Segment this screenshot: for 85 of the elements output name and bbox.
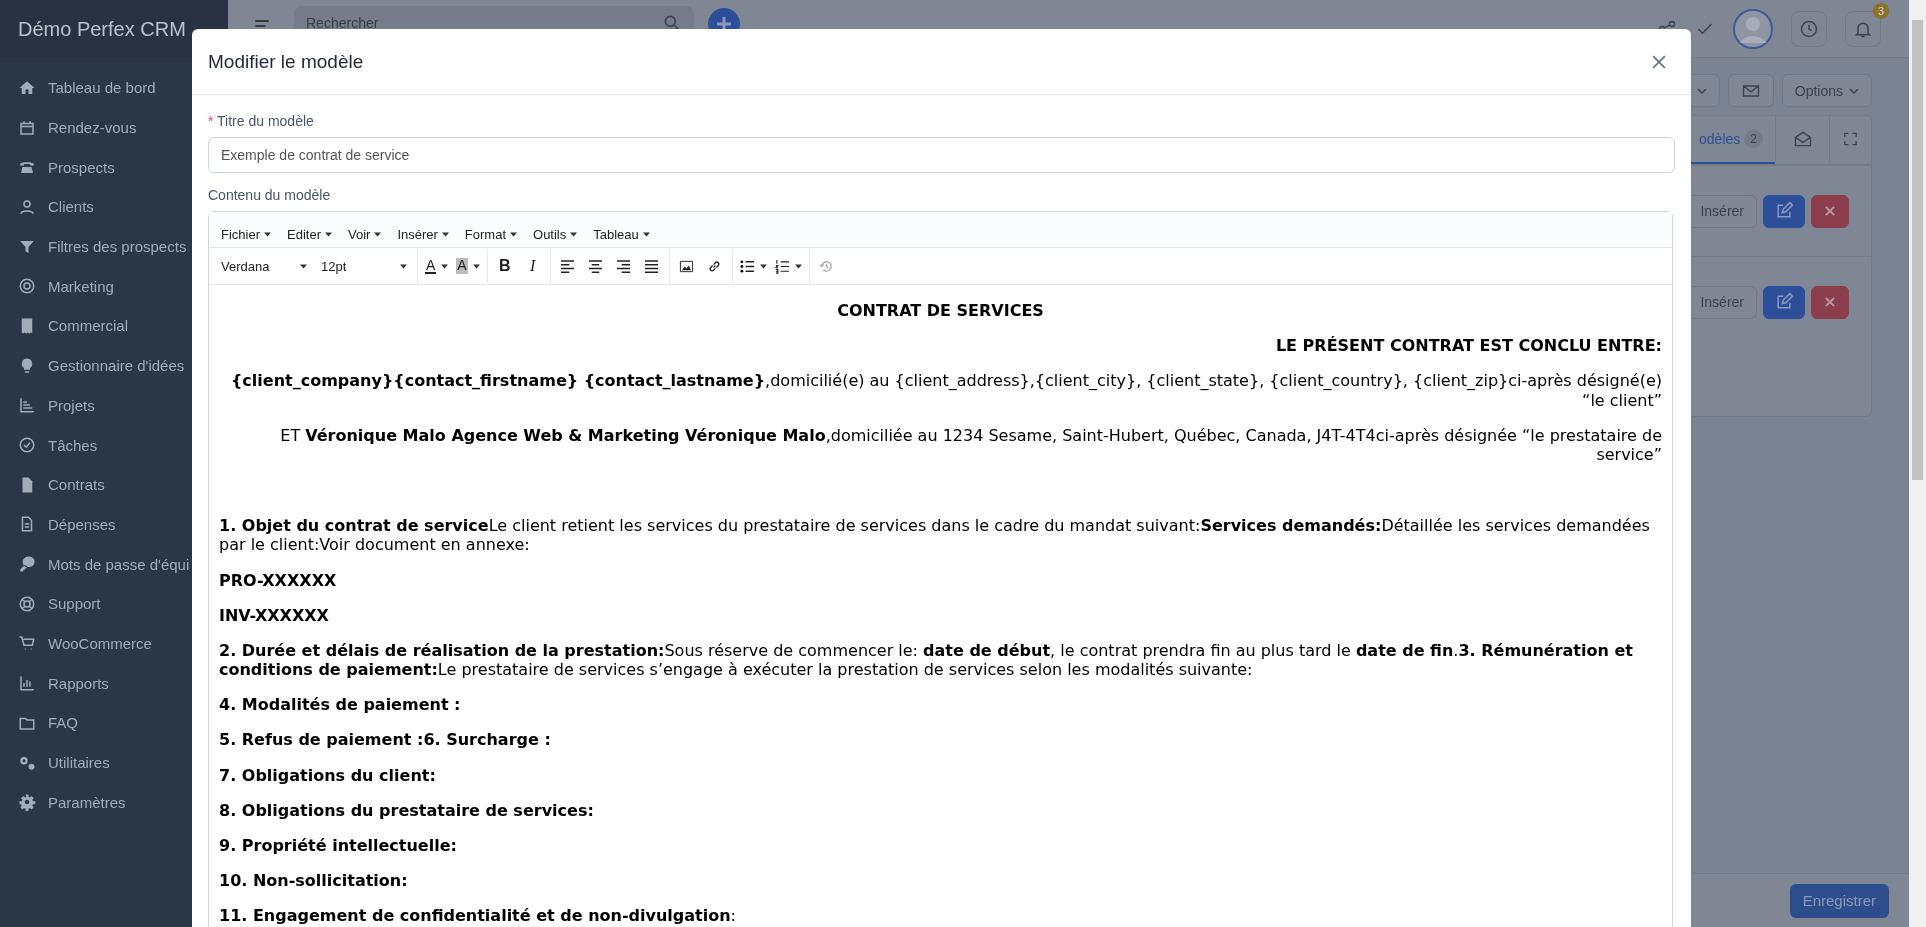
editor-menu[interactable]: Format — [456, 227, 526, 242]
editor-menu[interactable]: Insérer — [389, 227, 457, 242]
caret-icon — [794, 263, 802, 269]
lifebuoy-icon — [18, 594, 36, 613]
editor-menu[interactable]: Tableau — [585, 227, 658, 242]
bullet-list-icon — [739, 258, 755, 274]
bold-button[interactable]: B — [491, 252, 518, 280]
caret-icon — [1849, 87, 1859, 94]
envelope-open-icon — [1792, 129, 1813, 149]
editor-menu[interactable]: Outils — [525, 227, 586, 242]
caret-icon — [1696, 87, 1707, 94]
sidebar-item[interactable]: Projets — [0, 385, 228, 426]
numbered-list-icon — [774, 258, 790, 274]
history-button[interactable] — [1791, 11, 1827, 47]
field-label: * Titre du modèle — [208, 113, 315, 129]
user-icon — [18, 197, 36, 216]
edit-icon — [1774, 201, 1794, 221]
document-paragraph: {client_company}{contact_firstname} {contact_lastname},domicilié(e) au {client_address},{client_city}, {client_state}, {client_country}, {client_zip}ci-après désigné(e) “le client” — [229, 371, 1662, 410]
editor-menu[interactable]: Voir — [340, 227, 390, 242]
document-paragraph: PRO-XXXXXX — [219, 570, 338, 590]
delete-button[interactable] — [1811, 194, 1849, 228]
font-select[interactable]: Verdana — [215, 252, 313, 280]
caret-icon — [570, 232, 578, 237]
image-icon — [679, 258, 695, 274]
editor-menu[interactable]: Fichier — [213, 227, 279, 242]
cart-icon — [18, 634, 36, 653]
history-icon — [819, 258, 835, 274]
document-paragraph: 4. Modalités de paiement : — [219, 695, 462, 715]
caret-icon — [441, 232, 449, 237]
document-paragraph: 10. Non-sollicitation: — [219, 871, 409, 891]
justify-icon — [644, 258, 660, 274]
sidebar-item[interactable]: Tâches — [0, 425, 228, 465]
edit-button[interactable] — [1763, 285, 1805, 319]
document-paragraph: 5. Refus de paiement :6. Surcharge : — [219, 730, 552, 750]
options-button[interactable]: Options — [1781, 74, 1872, 107]
font-size-select[interactable]: 12pt — [315, 252, 413, 280]
target-icon — [18, 277, 36, 296]
document-paragraph: INV-XXXXXX — [219, 605, 330, 625]
caret-icon — [510, 232, 518, 237]
bar-chart-icon — [18, 674, 36, 693]
caret-icon — [472, 263, 480, 269]
document-paragraph: 7. Obligations du client: — [219, 765, 437, 785]
chart-icon — [18, 396, 36, 415]
document-paragraph: 8. Obligations du prestataire de services: — [219, 800, 595, 820]
document-paragraph: 1. Objet du contrat de serviceLe client retient les services du prestataire de services dans le cadre du mandat suivant:Services demandés:Détaillée les services demandées par le client:Voir document en annexe: — [219, 516, 1651, 555]
editor-menu[interactable]: Editer — [279, 227, 340, 242]
align-left-icon — [560, 258, 576, 274]
tab-count: 2 — [1744, 130, 1763, 148]
sidebar-item[interactable]: Gestionnaire d'idées — [0, 345, 228, 386]
caret-icon — [325, 232, 332, 237]
clock-icon — [1799, 19, 1819, 39]
edit-button[interactable] — [1763, 194, 1805, 228]
document-paragraph: CONTRAT DE SERVICES — [836, 301, 1045, 321]
document-paragraph: LE PRÉSENT CONTRAT EST CONCLU ENTRE: — [1274, 336, 1662, 356]
document-paragraph: 9. Propriété intellectuelle: — [219, 836, 458, 856]
document-paragraph: 11. Engagement de confidentialité et de non-divulgation: — [219, 906, 737, 926]
caret-icon — [642, 232, 650, 237]
caret-icon — [374, 232, 382, 237]
sidebar-item[interactable]: Contrats — [0, 464, 228, 505]
highlight-color-button[interactable]: A — [453, 252, 483, 280]
align-right-icon — [616, 258, 632, 274]
caret-icon — [759, 263, 767, 269]
text-color-button[interactable]: A — [422, 252, 452, 280]
scrollbar-thumb[interactable] — [1912, 20, 1923, 480]
italic-button[interactable]: I — [519, 252, 546, 280]
gear-icon — [18, 793, 36, 812]
document-paragraph: 2. Durée et délais de réalisation de la prestation:Sous réserve de commencer le: date de début, le contrat prendra fin au plus tard le date de fin.3. Rémunération et conditions de paiement:Le prestataire de services s’engage à exécuter la prestation de services selon les modalités suivante: — [219, 640, 1634, 680]
scrollbar[interactable] — [1909, 0, 1926, 927]
avatar-icon[interactable] — [1733, 9, 1773, 49]
calendar-icon — [18, 118, 36, 137]
delete-button[interactable] — [1811, 285, 1849, 319]
save-button[interactable]: Enregistrer — [1789, 883, 1889, 918]
caret-icon — [300, 263, 307, 269]
notification-count: 3 — [1873, 3, 1889, 19]
edit-icon — [1774, 292, 1794, 312]
caret-icon — [400, 263, 407, 269]
sidebar-item[interactable]: Commercial — [0, 306, 228, 346]
email-button[interactable] — [1727, 74, 1774, 107]
align-center-icon — [588, 258, 604, 274]
title-input[interactable]: Exemple de contrat de service — [208, 137, 1675, 173]
document-paragraph: ET Véronique Malo Agence Web & Marketing Véronique Malo,domiciliée au 1234 Sesame, Saint-Hubert, Québec, Canada, J4T-4T4ci-après désignée “le prestataire de service” — [279, 425, 1662, 465]
field-label: Contenu du modèle — [208, 187, 332, 203]
caret-icon — [441, 263, 449, 269]
key-icon — [18, 555, 36, 574]
caret-icon — [264, 232, 271, 237]
